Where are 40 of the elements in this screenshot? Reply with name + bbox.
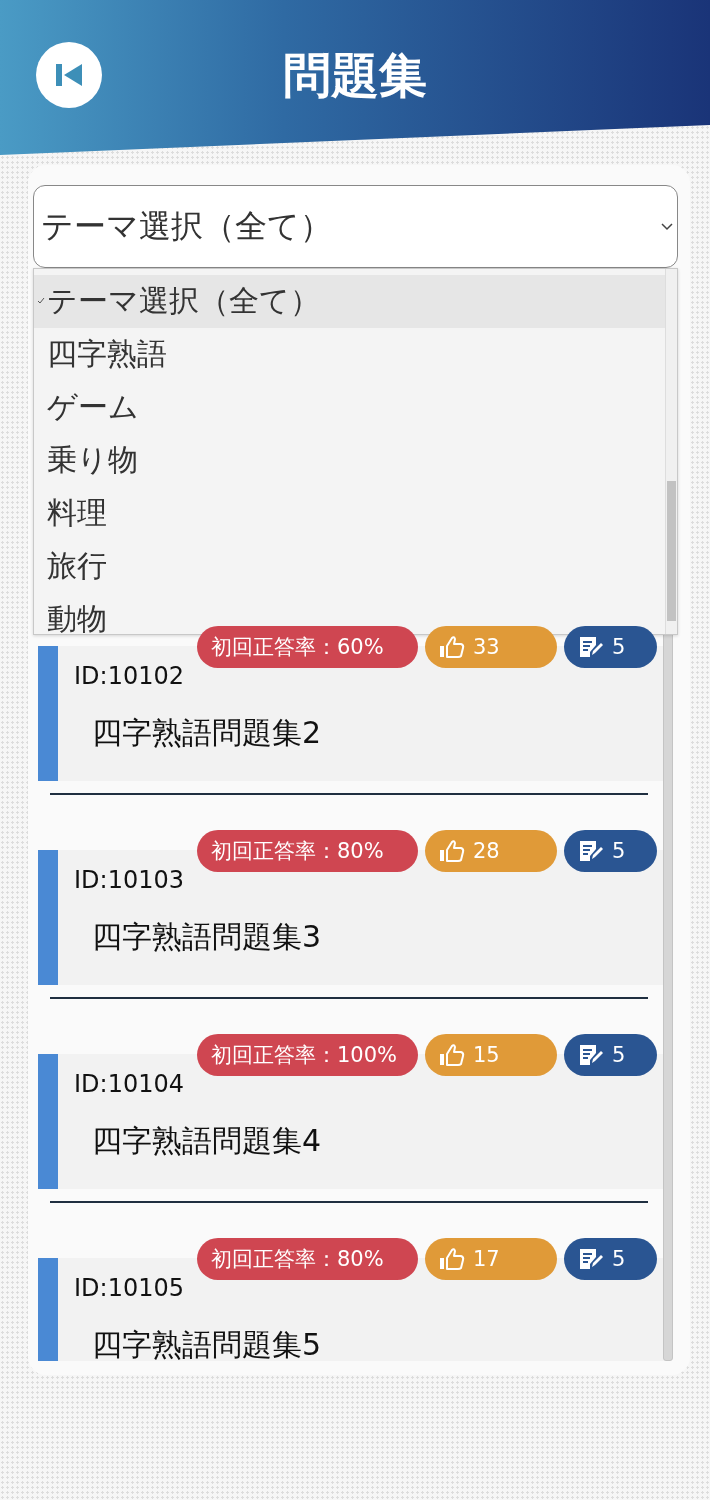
thumbs-up-icon — [439, 1043, 465, 1067]
questions-badge: 5 — [564, 830, 657, 872]
quiz-id: ID:10103 — [74, 866, 185, 894]
quiz-title: 四字熟語問題集5 — [92, 1328, 322, 1361]
check-icon — [37, 297, 45, 305]
quiz-id: ID:10102 — [74, 662, 185, 690]
thumbs-up-icon — [439, 839, 465, 863]
page-title: 問題集 — [283, 46, 427, 105]
accuracy-badge: 初回正答率：80% — [197, 830, 418, 872]
dropdown-option[interactable]: 四字熟語 — [34, 328, 666, 381]
thumbs-up-icon — [439, 635, 465, 659]
quiz-title: 四字熟語問題集3 — [92, 920, 322, 954]
dropdown-option[interactable]: ゲーム — [34, 381, 666, 434]
dropdown-option[interactable]: 乗り物 — [34, 434, 666, 487]
questions-badge: 5 — [564, 1034, 657, 1076]
accuracy-badge: 初回正答率：60% — [197, 626, 418, 668]
likes-badge: 17 — [425, 1238, 557, 1280]
questions-badge: 5 — [564, 1238, 657, 1280]
dropdown-option[interactable]: 旅行 — [34, 540, 666, 593]
likes-badge: 28 — [425, 830, 557, 872]
edit-document-icon — [578, 635, 604, 659]
accuracy-badge: 初回正答率：100% — [197, 1034, 418, 1076]
quiz-id: ID:10105 — [74, 1274, 185, 1302]
edit-document-icon — [578, 1247, 604, 1271]
likes-badge: 15 — [425, 1034, 557, 1076]
dropdown-option[interactable]: テーマ選択（全て） — [34, 275, 666, 328]
quiz-title: 四字熟語問題集2 — [92, 716, 322, 750]
quiz-title: 四字熟語問題集4 — [92, 1124, 322, 1158]
dropdown-option[interactable]: 料理 — [34, 487, 666, 540]
likes-badge: 33 — [425, 626, 557, 668]
questions-badge: 5 — [564, 626, 657, 668]
edit-document-icon — [578, 1043, 604, 1067]
thumbs-up-icon — [439, 1247, 465, 1271]
chevron-down-icon — [661, 222, 673, 231]
theme-select[interactable]: テーマ選択（全て） — [33, 185, 678, 268]
accuracy-badge: 初回正答率：80% — [197, 1238, 418, 1280]
quiz-id: ID:10104 — [74, 1070, 185, 1098]
skip-back-icon — [56, 64, 82, 86]
edit-document-icon — [578, 839, 604, 863]
scrollbar[interactable] — [665, 269, 677, 634]
